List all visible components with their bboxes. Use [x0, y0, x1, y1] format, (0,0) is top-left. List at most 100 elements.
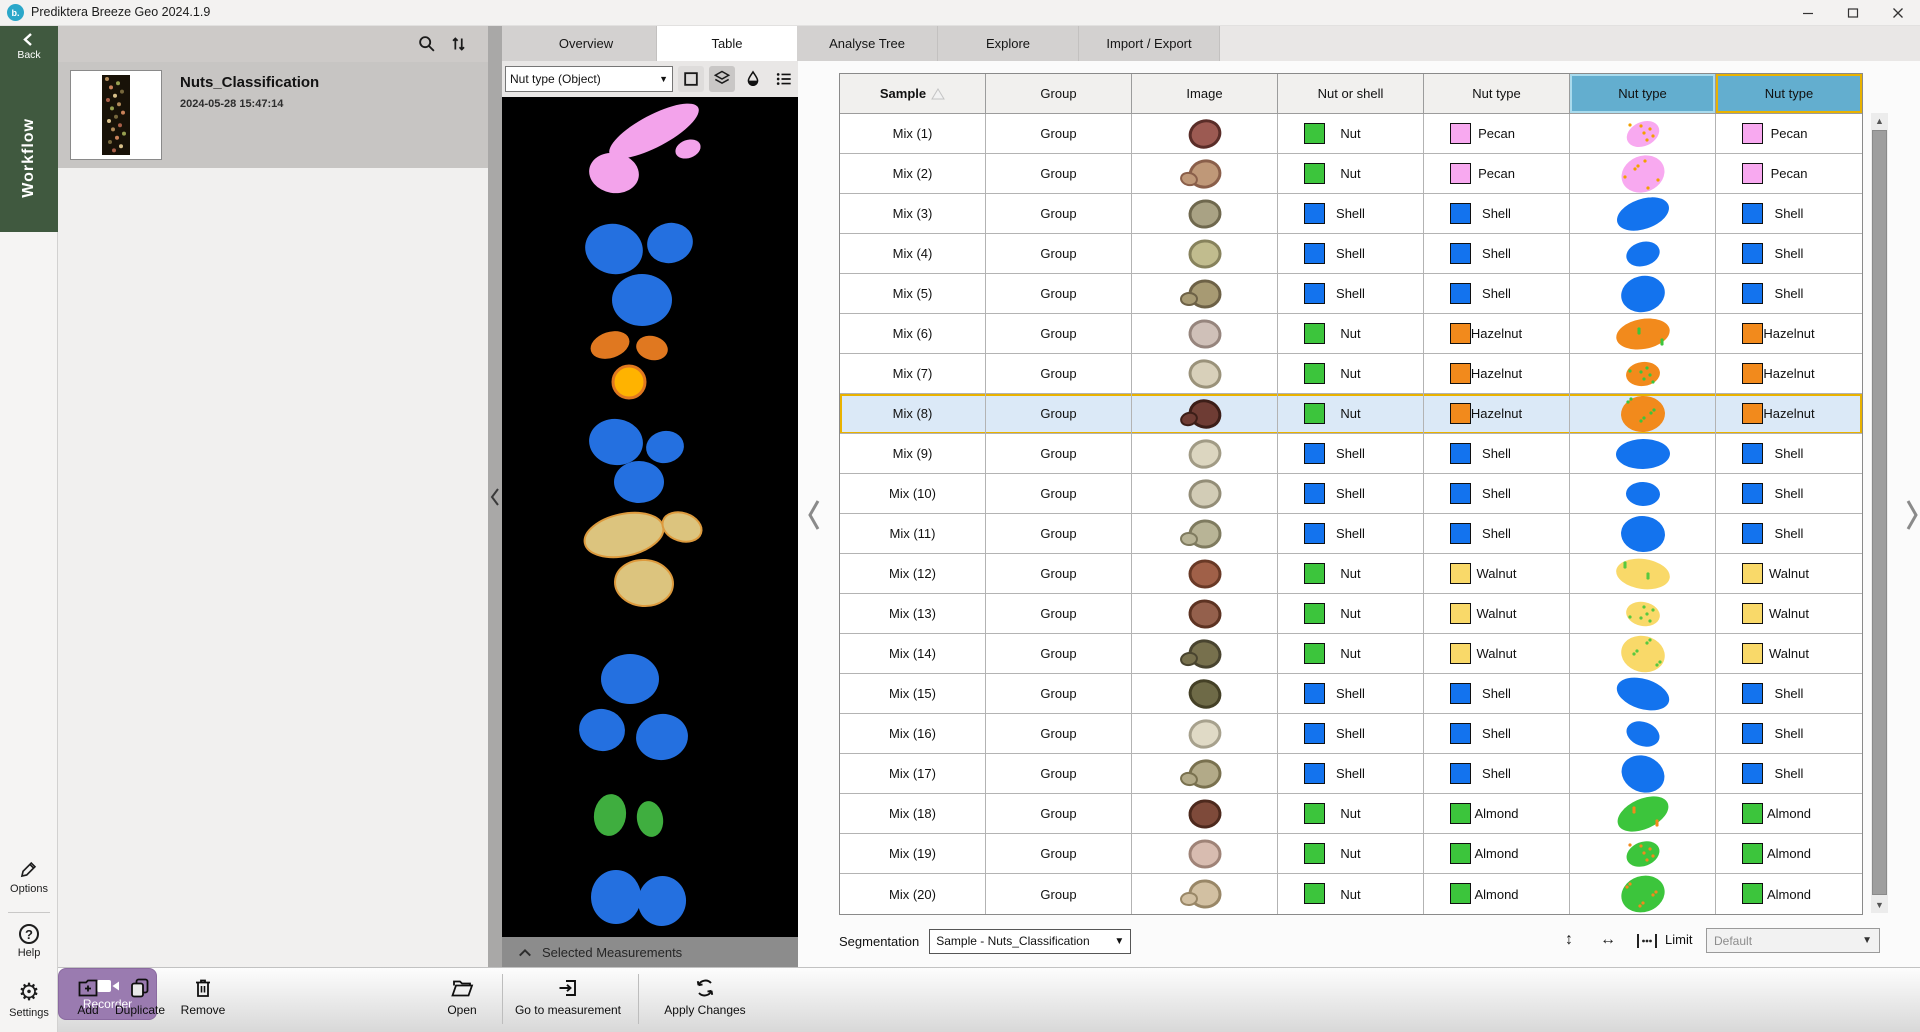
sample-label: Mix (19)	[889, 846, 936, 861]
tab-label: Explore	[986, 36, 1030, 51]
limit-select[interactable]: Default ▼	[1706, 928, 1880, 953]
fit-width-icon[interactable]	[1636, 932, 1658, 950]
group-label: Group	[1040, 366, 1076, 381]
chevron-right-icon	[1905, 497, 1919, 533]
table-row[interactable]: Mix (9)GroupShellShellShell	[840, 434, 1862, 474]
scroll-down-button[interactable]: ▼	[1871, 897, 1888, 913]
resize-columns-icon[interactable]: ↔	[1600, 931, 1616, 949]
collapse-right-handle[interactable]	[1905, 497, 1919, 533]
table-row[interactable]: Mix (11)GroupShellShellShell	[840, 514, 1862, 554]
sample-cell: Mix (8)	[840, 394, 986, 434]
group-cell: Group	[986, 114, 1132, 154]
scrollbar-thumb[interactable]	[1872, 130, 1887, 895]
measurement-list-item[interactable]: Nuts_Classification 2024-05-28 15:47:14	[58, 62, 488, 168]
sample-label: Mix (5)	[893, 286, 933, 301]
maximize-button[interactable]	[1830, 0, 1875, 26]
add-button[interactable]: Add	[66, 976, 110, 1017]
class-cell: Nut	[1278, 834, 1424, 874]
class-color-swatch	[1742, 483, 1763, 504]
column-header-5[interactable]: Nut type	[1570, 74, 1716, 114]
tab-analyse-tree[interactable]: Analyse Tree	[797, 26, 938, 61]
tab-import-export[interactable]: Import / Export	[1079, 26, 1220, 61]
tab-overview[interactable]: Overview	[516, 26, 657, 61]
class-cell: Hazelnut	[1424, 354, 1570, 394]
minimize-button[interactable]	[1785, 0, 1830, 26]
table-row[interactable]: Mix (2)GroupNutPecanPecan	[840, 154, 1862, 194]
scroll-up-button[interactable]: ▲	[1871, 113, 1888, 129]
class-color-swatch	[1450, 363, 1471, 384]
table-row[interactable]: Mix (6)GroupNutHazelnutHazelnut	[840, 314, 1862, 354]
panel-divider[interactable]	[488, 26, 502, 967]
image-cell	[1132, 594, 1278, 634]
table-row[interactable]: Mix (5)GroupShellShellShell	[840, 274, 1862, 314]
column-header-3[interactable]: Nut or shell	[1278, 74, 1424, 114]
column-header-6[interactable]: Nut type	[1716, 74, 1862, 114]
class-color-swatch	[1742, 603, 1763, 624]
nut-photo	[1160, 155, 1250, 193]
nut-photo	[1160, 675, 1250, 713]
table-row[interactable]: Mix (13)GroupNutWalnutWalnut	[840, 594, 1862, 634]
class-cell: Walnut	[1424, 634, 1570, 674]
go-to-measurement-button[interactable]: Go to measurement	[506, 976, 630, 1017]
column-header-0[interactable]: Sample	[840, 74, 986, 114]
table-row[interactable]: Mix (19)GroupNutAlmondAlmond	[840, 834, 1862, 874]
mask-cell	[1570, 354, 1716, 394]
tab-table[interactable]: Table	[657, 26, 797, 61]
table-row[interactable]: Mix (4)GroupShellShellShell	[840, 234, 1862, 274]
open-button[interactable]: Open	[440, 976, 484, 1017]
apply-changes-button[interactable]: Apply Changes	[650, 976, 760, 1017]
class-color-swatch	[1450, 643, 1471, 664]
group-cell: Group	[986, 834, 1132, 874]
duplicate-button[interactable]: Duplicate	[110, 976, 170, 1017]
help-button[interactable]: ? Help	[0, 924, 58, 959]
list-view-tool[interactable]	[771, 66, 797, 92]
table-row[interactable]: Mix (1)GroupNutPecanPecan	[840, 114, 1862, 154]
table-row[interactable]: Mix (14)GroupNutWalnutWalnut	[840, 634, 1862, 674]
column-header-label: Nut type	[1472, 86, 1520, 101]
remove-button[interactable]: Remove	[176, 976, 230, 1017]
sample-image-canvas[interactable]	[502, 97, 798, 937]
close-button[interactable]	[1875, 0, 1920, 26]
class-cell: Shell	[1424, 754, 1570, 794]
class-label: Walnut	[1477, 566, 1517, 581]
sort-icon[interactable]	[448, 33, 470, 55]
class-cell: Walnut	[1716, 594, 1862, 634]
contrast-droplet-tool[interactable]	[740, 66, 766, 92]
column-header-2[interactable]: Image	[1132, 74, 1278, 114]
layer-select[interactable]: Nut type (Object) ▼	[505, 66, 673, 92]
collapse-viewer-handle[interactable]	[806, 497, 822, 533]
table-row[interactable]: Mix (7)GroupNutHazelnutHazelnut	[840, 354, 1862, 394]
select-rectangle-tool[interactable]	[678, 66, 704, 92]
segmentation-select[interactable]: Sample - Nuts_Classification ▼	[929, 929, 1131, 954]
table-row[interactable]: Mix (16)GroupShellShellShell	[840, 714, 1862, 754]
resize-rows-icon[interactable]: ↕	[1565, 931, 1573, 949]
table-row[interactable]: Mix (15)GroupShellShellShell	[840, 674, 1862, 714]
table-row[interactable]: Mix (20)GroupNutAlmondAlmond	[840, 874, 1862, 914]
class-cell: Shell	[1424, 194, 1570, 234]
class-cell: Shell	[1278, 714, 1424, 754]
search-icon[interactable]	[416, 33, 438, 55]
selected-measurements-bar[interactable]: Selected Measurements	[502, 937, 798, 967]
sample-cell: Mix (5)	[840, 274, 986, 314]
table-row[interactable]: Mix (10)GroupShellShellShell	[840, 474, 1862, 514]
options-button[interactable]: Options	[0, 858, 58, 895]
tab-explore[interactable]: Explore	[938, 26, 1079, 61]
table-row[interactable]: Mix (8)GroupNutHazelnutHazelnut	[840, 394, 1862, 434]
class-color-swatch	[1450, 883, 1471, 904]
table-row[interactable]: Mix (17)GroupShellShellShell	[840, 754, 1862, 794]
back-button[interactable]: Back	[0, 32, 58, 74]
table-row[interactable]: Mix (3)GroupShellShellShell	[840, 194, 1862, 234]
settings-button[interactable]: ⚙ Settings	[0, 982, 58, 1019]
sample-label: Mix (2)	[893, 166, 933, 181]
group-cell: Group	[986, 874, 1132, 914]
column-header-1[interactable]: Group	[986, 74, 1132, 114]
image-cell	[1132, 354, 1278, 394]
column-header-4[interactable]: Nut type	[1424, 74, 1570, 114]
mask-cell	[1570, 394, 1716, 434]
table-row[interactable]: Mix (18)GroupNutAlmondAlmond	[840, 794, 1862, 834]
class-color-swatch	[1450, 803, 1471, 824]
layers-tool[interactable]	[709, 66, 735, 92]
class-cell: Shell	[1278, 514, 1424, 554]
table-scrollbar[interactable]: ▲ ▼	[1871, 113, 1888, 913]
table-row[interactable]: Mix (12)GroupNutWalnutWalnut	[840, 554, 1862, 594]
